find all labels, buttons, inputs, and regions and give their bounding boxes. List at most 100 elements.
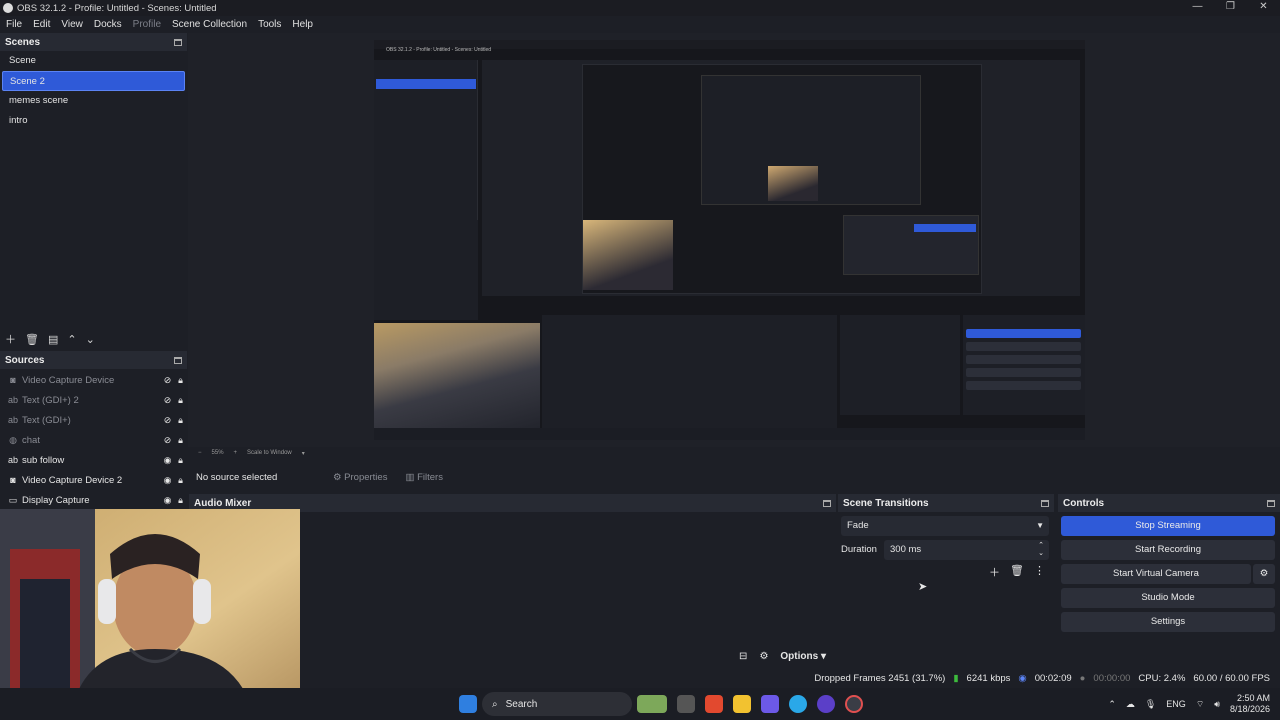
network-icon[interactable]: ☁ <box>1126 699 1135 710</box>
eye-icon[interactable]: ◉ <box>161 475 174 486</box>
more-icon[interactable]: ⋮ <box>1034 564 1045 580</box>
undock-icon[interactable] <box>823 499 831 507</box>
studio-mode-button[interactable]: Studio Mode <box>1061 588 1275 608</box>
scene-item[interactable]: Scene <box>2 51 185 71</box>
menu-scene-collection[interactable]: Scene Collection <box>172 19 247 30</box>
task-view-icon[interactable] <box>677 695 695 713</box>
scene-transitions-dock: Scene Transitions Fade ▼ Duration 300 ms… <box>838 494 1054 666</box>
taskbar-center: ⌕ Search <box>454 692 868 716</box>
eye-icon[interactable]: ◉ <box>161 455 174 466</box>
wifi-icon[interactable]: ⌔ <box>1196 699 1204 710</box>
file-explorer-icon[interactable] <box>733 695 751 713</box>
stream-time: 00:02:09 <box>1034 672 1072 684</box>
sources-header: Sources <box>0 351 187 369</box>
filters-button[interactable]: ▥ Filters <box>405 472 443 483</box>
steam-icon[interactable] <box>789 695 807 713</box>
trash-icon[interactable]: 🗑 <box>25 333 39 346</box>
discord-icon[interactable] <box>761 695 779 713</box>
controls-title: Controls <box>1063 497 1105 509</box>
source-item[interactable]: ab sub follow ◉ 🔒︎ <box>0 450 187 470</box>
obs-taskbar-icon[interactable] <box>845 695 863 713</box>
taskbar-search[interactable]: ⌕ Search <box>482 692 632 716</box>
source-item[interactable]: ▭ Display Capture ◉ 🔒︎ <box>0 490 187 510</box>
language-indicator[interactable]: ENG <box>1166 699 1186 709</box>
lock-icon[interactable]: 🔒︎ <box>174 435 187 446</box>
chevron-up-icon[interactable]: ⌃ <box>1108 699 1116 710</box>
start-recording-button[interactable]: Start Recording <box>1061 540 1275 560</box>
add-icon[interactable]: ＋ <box>5 331 16 347</box>
chevron-down-icon: ▼ <box>1036 521 1044 530</box>
scene-item[interactable]: memes scene <box>2 91 185 111</box>
undock-icon[interactable] <box>174 38 182 46</box>
widgets-icon[interactable] <box>637 695 667 713</box>
eye-hidden-icon[interactable]: ⊘ <box>161 395 174 406</box>
gear-icon: ⚙ <box>333 471 345 483</box>
undock-icon[interactable] <box>174 356 182 364</box>
nested-scenes <box>374 60 478 220</box>
menu-edit[interactable]: Edit <box>33 19 50 30</box>
lock-icon[interactable]: 🔒︎ <box>174 455 187 466</box>
source-item[interactable]: ◙ Video Capture Device 2 ◉ 🔒︎ <box>0 470 187 490</box>
menu-view[interactable]: View <box>61 19 83 30</box>
source-item[interactable]: ◙ Video Capture Device ⊘ 🔒︎ <box>0 370 187 390</box>
scene-item[interactable]: intro <box>2 111 185 131</box>
mixer-settings-icon[interactable]: ⚙ <box>759 651 768 662</box>
preview-canvas[interactable]: OBS 32.1.2 - Profile: Untitled - Scenes:… <box>374 40 1085 440</box>
trash-icon[interactable]: 🗑 <box>1010 564 1024 580</box>
undock-icon[interactable] <box>1267 499 1275 507</box>
close-icon[interactable]: ✕ <box>1247 0 1280 14</box>
scene-item-selected[interactable]: Scene 2 <box>2 71 185 91</box>
nested-controls <box>963 315 1085 415</box>
brave-browser-icon[interactable] <box>705 695 723 713</box>
duration-input[interactable]: 300 ms ⌃ ⌄ <box>884 540 1049 560</box>
zoom-in-icon[interactable]: + <box>234 450 238 456</box>
lock-icon[interactable]: 🔒︎ <box>174 495 187 506</box>
lock-icon[interactable]: 🔒︎ <box>174 475 187 486</box>
undock-icon[interactable] <box>1041 499 1049 507</box>
source-item[interactable]: ◍ chat ⊘ 🔒︎ <box>0 430 187 450</box>
maximize-icon[interactable]: ❐ <box>1214 0 1247 14</box>
clock[interactable]: 2:50 AM 8/18/2026 <box>1230 693 1270 715</box>
chevron-down-icon[interactable]: ▾ <box>302 450 305 457</box>
stop-streaming-button[interactable]: Stop Streaming <box>1061 516 1275 536</box>
menu-help[interactable]: Help <box>292 19 313 30</box>
menu-profile[interactable]: Profile <box>133 19 161 30</box>
layout-icon[interactable]: ⊟ <box>739 651 747 662</box>
mixer-options-button[interactable]: Options ▾ <box>780 651 826 662</box>
lock-icon[interactable]: 🔒︎ <box>174 395 187 406</box>
microphone-icon[interactable]: 🎙︎ <box>1145 699 1156 710</box>
transition-select[interactable]: Fade ▼ <box>841 516 1049 536</box>
windows-start-icon[interactable] <box>459 695 477 713</box>
menu-tools[interactable]: Tools <box>258 19 281 30</box>
lock-icon[interactable]: 🔒︎ <box>174 415 187 426</box>
eye-hidden-icon[interactable]: ⊘ <box>161 375 174 386</box>
transitions-header: Scene Transitions <box>838 494 1054 512</box>
menu-docks[interactable]: Docks <box>94 19 122 30</box>
volume-icon[interactable]: 🔊︎ <box>1214 699 1220 710</box>
scenes-list: Scene Scene 2 memes scene intro <box>0 51 187 331</box>
filter-icon[interactable]: ▤ <box>48 333 58 346</box>
move-down-icon[interactable]: ⌄ <box>86 333 95 346</box>
start-virtual-camera-button[interactable]: Start Virtual Camera <box>1061 564 1251 584</box>
settings-button[interactable]: Settings <box>1061 612 1275 632</box>
properties-button[interactable]: ⚙ Properties <box>333 472 387 483</box>
title-bar: OBS 32.1.2 - Profile: Untitled - Scenes:… <box>0 0 1280 16</box>
zoom-out-icon[interactable]: − <box>198 450 202 456</box>
text-icon: ab <box>7 395 18 405</box>
gear-icon[interactable]: ⚙ <box>1253 564 1275 584</box>
eye-hidden-icon[interactable]: ⊘ <box>161 435 174 446</box>
source-item[interactable]: ab Text (GDI+) 2 ⊘ 🔒︎ <box>0 390 187 410</box>
move-up-icon[interactable]: ⌃ <box>67 333 76 346</box>
app-icon[interactable] <box>817 695 835 713</box>
eye-icon[interactable]: ◉ <box>161 495 174 506</box>
minimize-icon[interactable]: — <box>1181 0 1214 14</box>
lock-icon[interactable]: 🔒︎ <box>174 375 187 386</box>
stepper-icon[interactable]: ⌃ ⌄ <box>1038 542 1044 558</box>
source-item[interactable]: ab Text (GDI+) ⊘ 🔒︎ <box>0 410 187 430</box>
menu-file[interactable]: File <box>6 19 22 30</box>
eye-hidden-icon[interactable]: ⊘ <box>161 415 174 426</box>
properties-bar: No source selected ⚙ Properties ▥ Filter… <box>188 464 1280 490</box>
add-icon[interactable]: ＋ <box>989 564 1000 580</box>
scale-select[interactable]: Scale to Window <box>247 450 292 456</box>
preview-area[interactable]: OBS 32.1.2 - Profile: Untitled - Scenes:… <box>188 33 1280 447</box>
